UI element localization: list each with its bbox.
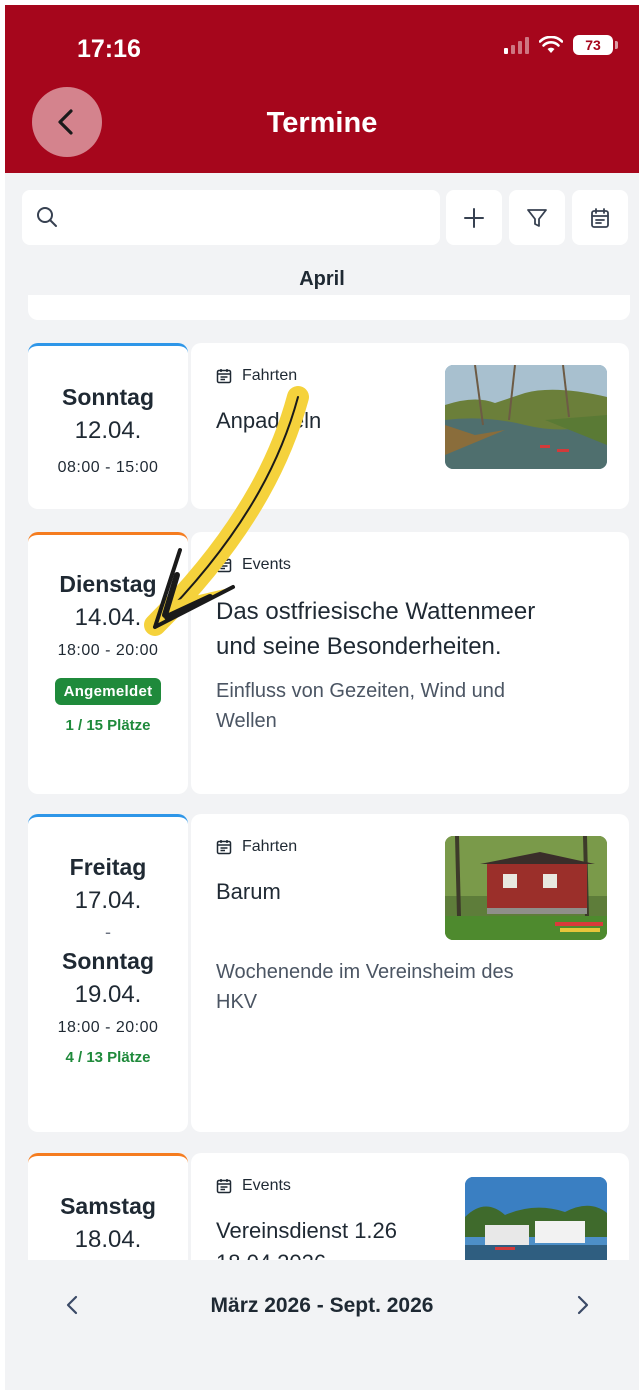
add-event-button[interactable] <box>446 190 502 245</box>
event-category-label: Fahrten <box>242 367 298 384</box>
event-day: Dienstag <box>59 571 157 597</box>
event-places: 1 / 15 Plätze <box>65 717 151 734</box>
event-date-column: Sonntag 12.04. 08:00 - 15:00 <box>28 343 188 509</box>
filter-button[interactable] <box>509 190 565 245</box>
event-day-end: Sonntag <box>62 948 154 974</box>
event-info: Fahrten Anpaddeln <box>191 343 629 509</box>
calendar-icon <box>216 558 232 573</box>
search-input[interactable] <box>68 190 428 245</box>
event-date: 12.04. <box>74 417 142 444</box>
event-category-label: Events <box>242 556 291 573</box>
event-subtitle: Einfluss von Gezeiten, Wind und Wellen <box>216 676 505 736</box>
event-category: Fahrten <box>216 838 297 856</box>
event-title: Anpaddeln <box>216 408 322 433</box>
event-title: Das ostfriesische Wattenmeer und seine B… <box>216 594 535 664</box>
app-screen: 17:16 73 Termine April Sonntag 12.04. 08… <box>5 5 639 1390</box>
event-day-start: Freitag <box>69 854 147 880</box>
event-category: Events <box>216 556 291 574</box>
event-subtitle-line: Wellen <box>216 710 277 732</box>
river-kayak-photo <box>445 365 607 469</box>
event-title-line: Vereinsdienst 1.26 <box>216 1218 398 1243</box>
month-heading: April <box>299 268 345 290</box>
event-date-start: 17.04. <box>74 887 142 914</box>
status-icons: 73 <box>504 35 618 55</box>
event-category-label: Fahrten <box>242 838 298 855</box>
previous-event-card-partial <box>28 295 630 320</box>
calendar-icon <box>216 840 232 855</box>
event-date: 18.04. <box>74 1226 142 1253</box>
event-card[interactable]: Freitag 17.04. - Sonntag 19.04. 18:00 - … <box>28 814 639 1132</box>
event-title-line: und seine Besonderheiten. <box>216 633 502 660</box>
event-date: 14.04. <box>74 604 142 631</box>
event-day: Sonntag <box>62 384 154 410</box>
calendar-icon <box>216 1179 232 1194</box>
event-day: Samstag <box>60 1193 156 1219</box>
event-date-column: Freitag 17.04. - Sonntag 19.04. 18:00 - … <box>28 814 188 1132</box>
event-subtitle-line: Einfluss von Gezeiten, Wind und <box>216 680 506 702</box>
event-time: 18:00 - 20:00 <box>57 1019 159 1036</box>
next-range-button[interactable] <box>568 1290 598 1320</box>
chevron-right-icon <box>577 1295 589 1315</box>
calendar-button[interactable] <box>572 190 628 245</box>
page-title: Termine <box>266 107 378 139</box>
search-icon <box>37 207 57 227</box>
registered-badge: Angemeldet <box>54 678 162 705</box>
event-info: Events Das ostfriesische Wattenmeer und … <box>191 532 629 794</box>
event-category: Events <box>216 1177 291 1195</box>
event-date-end: 19.04. <box>74 981 142 1008</box>
event-time: 08:00 - 15:00 <box>57 459 159 476</box>
event-date-column: Dienstag 14.04. 18:00 - 20:00 Angemeldet… <box>28 532 188 794</box>
date-range-label: März 2026 - Sept. 2026 <box>210 1294 434 1317</box>
event-title-line: Das ostfriesische Wattenmeer <box>216 598 536 625</box>
status-time: 17:16 <box>77 35 141 63</box>
app-header: 17:16 73 Termine <box>5 5 639 173</box>
event-info: Fahrten Barum Wochenende im Vereinsheim … <box>191 814 629 1132</box>
date-range-navigation: März 2026 - Sept. 2026 <box>5 1260 639 1390</box>
event-subtitle-line: HKV <box>216 991 258 1013</box>
plus-icon <box>464 207 484 228</box>
calendar-icon <box>216 369 232 384</box>
event-time: 18:00 - 20:00 <box>57 642 159 659</box>
event-subtitle: Wochenende im Vereinsheim des HKV <box>216 957 514 1017</box>
event-card[interactable]: Sonntag 12.04. 08:00 - 15:00 Fahrten Anp… <box>28 343 639 509</box>
cellular-signal-icon <box>504 36 529 54</box>
wifi-icon <box>539 36 563 53</box>
calendar-icon <box>591 207 609 228</box>
search-bar[interactable] <box>22 190 440 245</box>
event-subtitle-line: Wochenende im Vereinsheim des <box>216 961 514 983</box>
event-category: Fahrten <box>216 367 297 385</box>
event-category-label: Events <box>242 1177 291 1194</box>
filter-icon <box>527 208 547 227</box>
date-range-separator: - <box>105 922 111 942</box>
event-places: 4 / 13 Plätze <box>65 1049 151 1066</box>
event-card[interactable]: Dienstag 14.04. 18:00 - 20:00 Angemeldet… <box>28 532 639 794</box>
battery-indicator: 73 <box>573 35 618 55</box>
event-title: Barum <box>216 879 281 904</box>
club-house-photo <box>445 836 607 940</box>
